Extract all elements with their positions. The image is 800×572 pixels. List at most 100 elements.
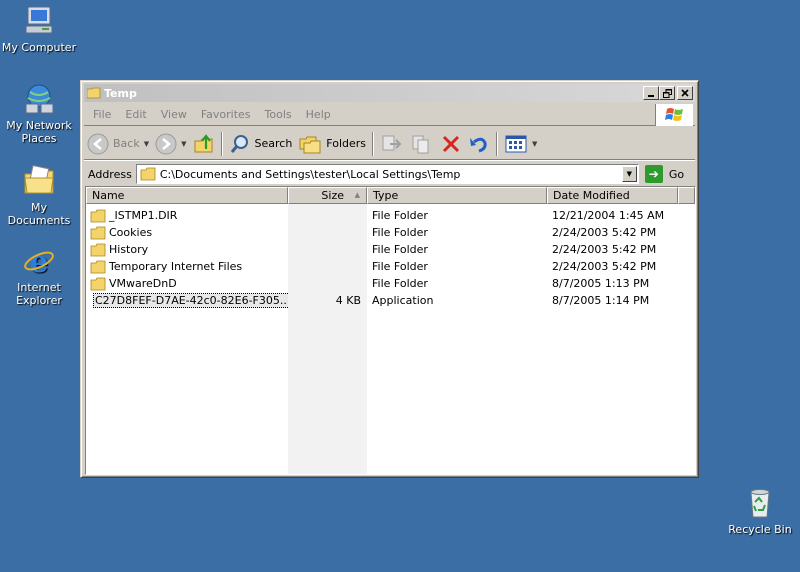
internet-explorer-icon: e bbox=[24, 245, 54, 278]
go-arrow-icon: ➔ bbox=[644, 165, 663, 183]
go-label: Go bbox=[668, 167, 685, 181]
column-header-date-modified[interactable]: Date Modified bbox=[547, 187, 678, 204]
title-bar[interactable]: Temp bbox=[84, 84, 695, 102]
restore-button[interactable] bbox=[659, 86, 675, 100]
address-label: Address bbox=[88, 167, 132, 181]
search-label: Search bbox=[254, 137, 293, 150]
folders-label: Folders bbox=[326, 137, 367, 150]
menu-tools[interactable]: Tools bbox=[258, 108, 299, 121]
desktop-icon-recycle-bin[interactable]: Recycle Bin bbox=[722, 486, 798, 536]
menu-edit[interactable]: Edit bbox=[118, 108, 153, 121]
copy-to-button[interactable] bbox=[407, 131, 437, 157]
file-size: 4 KB bbox=[335, 294, 361, 307]
windows-flag-icon bbox=[664, 108, 683, 121]
menu-file[interactable]: File bbox=[84, 108, 118, 121]
file-date: 8/7/2005 1:14 PM bbox=[552, 294, 650, 307]
file-date: 8/7/2005 1:13 PM bbox=[552, 277, 650, 290]
back-button[interactable]: Back ▼ bbox=[84, 131, 152, 157]
desktop-icon-label: Internet Explorer bbox=[16, 281, 62, 307]
toolbar: Back ▼ ▼ Search Folders ▼ bbox=[84, 128, 695, 160]
column-header-row: Name Size ▲ Type Date Modified bbox=[86, 187, 695, 204]
file-date: 2/24/2003 5:42 PM bbox=[552, 260, 657, 273]
search-button[interactable]: Search bbox=[226, 131, 296, 157]
desktop-icon-label: Recycle Bin bbox=[728, 523, 792, 536]
my-documents-icon bbox=[24, 164, 54, 194]
forward-button[interactable]: ▼ bbox=[152, 131, 189, 157]
forward-dropdown-icon[interactable]: ▼ bbox=[181, 140, 186, 148]
back-label: Back bbox=[113, 137, 140, 150]
column-header-filler bbox=[678, 187, 695, 204]
toolbar-separator bbox=[372, 131, 375, 156]
folder-icon bbox=[90, 226, 106, 239]
menu-help[interactable]: Help bbox=[299, 108, 338, 121]
delete-button[interactable] bbox=[437, 131, 465, 157]
sort-ascending-icon: ▲ bbox=[354, 191, 360, 199]
toolbar-separator bbox=[496, 131, 499, 156]
file-type: Application bbox=[372, 294, 434, 307]
minimize-button[interactable] bbox=[643, 86, 659, 100]
file-row[interactable]: _ISTMP1.DIR File Folder 12/21/2004 1:45 … bbox=[86, 207, 695, 224]
desktop-icon-my-computer[interactable]: My Computer bbox=[0, 4, 78, 54]
toolbar-separator bbox=[220, 131, 223, 156]
desktop-icon-internet-explorer[interactable]: e Internet Explorer bbox=[0, 244, 78, 307]
undo-icon bbox=[470, 137, 487, 152]
file-name-cell: Temporary Internet Files bbox=[86, 260, 288, 274]
views-dropdown-icon[interactable]: ▼ bbox=[532, 140, 537, 148]
back-arrow-icon bbox=[87, 133, 109, 154]
views-icon bbox=[505, 135, 527, 152]
folder-icon bbox=[90, 277, 106, 290]
folder-icon bbox=[90, 243, 106, 256]
file-row[interactable]: Temporary Internet Files File Folder 2/2… bbox=[86, 258, 695, 275]
folder-icon bbox=[90, 260, 106, 273]
copy-to-icon bbox=[412, 135, 429, 153]
file-date: 2/24/2003 5:42 PM bbox=[552, 243, 657, 256]
go-button[interactable]: ➔ Go bbox=[644, 165, 685, 183]
column-header-size-label: Size bbox=[321, 189, 344, 202]
recycle-bin-icon bbox=[750, 489, 770, 518]
folder-icon bbox=[140, 167, 156, 181]
windows-logo bbox=[655, 104, 693, 126]
file-type: File Folder bbox=[372, 243, 428, 256]
file-name-cell: VMwareDnD bbox=[86, 277, 288, 291]
up-folder-icon bbox=[194, 133, 212, 152]
address-dropdown-button[interactable]: ▼ bbox=[621, 166, 637, 182]
desktop-icon-label: My Documents bbox=[7, 201, 71, 227]
menu-view[interactable]: View bbox=[154, 108, 194, 121]
desktop-icon-my-network-places[interactable]: My Network Places bbox=[0, 82, 78, 145]
move-to-icon bbox=[382, 135, 402, 150]
file-row-selected[interactable]: C27D8FEF-D7AE-42c0-82E6-F305... 4 KB App… bbox=[86, 292, 695, 309]
column-header-name[interactable]: Name bbox=[86, 187, 288, 204]
menu-favorites[interactable]: Favorites bbox=[194, 108, 258, 121]
svg-text:e: e bbox=[29, 245, 48, 278]
column-header-type[interactable]: Type bbox=[367, 187, 547, 204]
address-input[interactable]: C:\Documents and Settings\tester\Local S… bbox=[135, 164, 639, 184]
delete-x-icon bbox=[442, 135, 460, 152]
file-name-cell: C27D8FEF-D7AE-42c0-82E6-F305... bbox=[86, 293, 288, 308]
file-row[interactable]: History File Folder 2/24/2003 5:42 PM bbox=[86, 241, 695, 258]
file-list[interactable]: Name Size ▲ Type Date Modified _ISTMP1.D… bbox=[85, 186, 696, 475]
address-value: C:\Documents and Settings\tester\Local S… bbox=[159, 167, 461, 181]
menu-bar: File Edit View Favorites Tools Help bbox=[84, 104, 695, 126]
file-name-cell: _ISTMP1.DIR bbox=[86, 209, 288, 223]
chevron-down-icon: ▼ bbox=[626, 170, 632, 178]
address-bar: Address C:\Documents and Settings\tester… bbox=[84, 162, 695, 186]
desktop-icon-my-documents[interactable]: My Documents bbox=[0, 164, 78, 227]
up-folder-button[interactable] bbox=[190, 131, 218, 157]
file-date: 12/21/2004 1:45 AM bbox=[552, 209, 665, 222]
column-header-size[interactable]: Size ▲ bbox=[288, 187, 367, 204]
file-type: File Folder bbox=[372, 226, 428, 239]
file-type: File Folder bbox=[372, 260, 428, 273]
file-type: File Folder bbox=[372, 209, 428, 222]
close-button[interactable] bbox=[677, 86, 693, 100]
file-row[interactable]: Cookies File Folder 2/24/2003 5:42 PM bbox=[86, 224, 695, 241]
file-name: History bbox=[109, 243, 149, 256]
move-to-button[interactable] bbox=[377, 131, 407, 157]
file-row[interactable]: VMwareDnD File Folder 8/7/2005 1:13 PM bbox=[86, 275, 695, 292]
folders-button[interactable]: Folders bbox=[295, 131, 369, 157]
undo-button[interactable] bbox=[465, 131, 493, 157]
back-dropdown-icon[interactable]: ▼ bbox=[144, 140, 149, 148]
forward-arrow-icon bbox=[155, 133, 177, 154]
file-name: Temporary Internet Files bbox=[109, 260, 243, 273]
views-button[interactable]: ▼ bbox=[501, 131, 540, 157]
file-date: 2/24/2003 5:42 PM bbox=[552, 226, 657, 239]
